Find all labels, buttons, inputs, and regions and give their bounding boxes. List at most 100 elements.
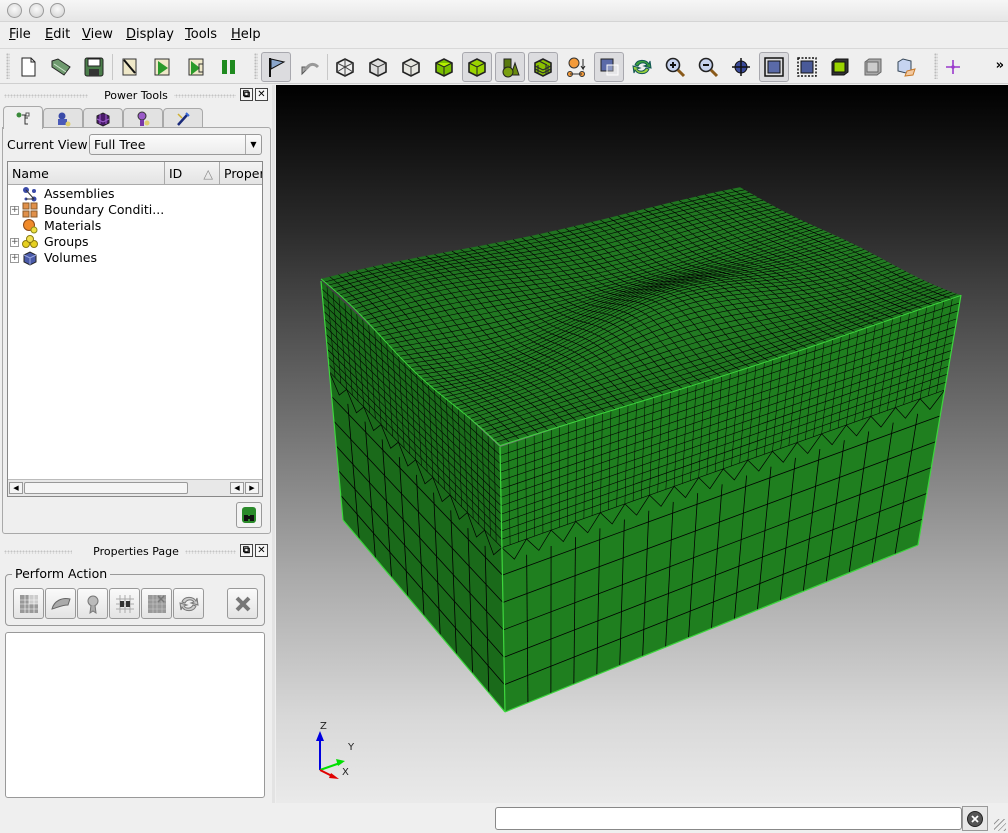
toolbar-separator [112, 54, 113, 80]
expand-icon[interactable]: + [10, 238, 19, 247]
menu-tools[interactable]: Tools [185, 27, 217, 42]
refresh-icon [178, 596, 199, 611]
hiddenline-cube-icon [369, 58, 387, 77]
current-view-dropdown[interactable]: Full Tree ▼ [89, 134, 262, 155]
delete-mesh-action-button[interactable] [141, 588, 172, 619]
tree-item-groups[interactable]: + Groups [8, 234, 262, 250]
tree-item-volumes[interactable]: + Volumes [8, 250, 262, 266]
menu-label: ile [15, 27, 31, 42]
menu-file[interactable]: File [9, 27, 31, 42]
show-volumes-button[interactable] [462, 52, 492, 82]
undo-button[interactable] [294, 52, 324, 82]
command-line-input[interactable] [495, 807, 962, 830]
view-front-button[interactable] [825, 52, 855, 82]
node-display-button[interactable] [561, 52, 591, 82]
current-view-label: Current View [7, 137, 88, 152]
center-view-button[interactable] [726, 52, 756, 82]
tab-cleanup-tools[interactable] [163, 108, 203, 128]
toolbar-grip[interactable] [254, 53, 258, 79]
parallel-projection-button[interactable] [594, 52, 624, 82]
tree-item-label: Boundary Conditi... [44, 202, 165, 217]
tree-header: Name ID △ Proper [8, 162, 262, 185]
window-minimize-button[interactable] [29, 3, 44, 18]
fit-view-button[interactable] [759, 52, 789, 82]
axis-triad: Z Y X [316, 721, 355, 779]
tab-mesh-tools[interactable] [83, 108, 123, 128]
properties-titlebar[interactable]: Properties Page ⧉ ✕ [0, 543, 272, 561]
select-mode-button[interactable] [261, 52, 291, 82]
mesh-model[interactable] [276, 85, 1008, 803]
window-maximize-button[interactable] [50, 3, 65, 18]
edit-journal-button[interactable] [114, 52, 144, 82]
scroll-left-button-2[interactable]: ◀ [230, 482, 244, 494]
tree-horizontal-scrollbar[interactable]: ◀ ◀ ▶ [8, 479, 262, 496]
refresh-action-button[interactable] [173, 588, 204, 619]
dock-splitter[interactable] [272, 85, 275, 803]
toolbar-grip[interactable] [6, 53, 10, 79]
column-id[interactable]: ID △ [165, 162, 220, 185]
pause-journal-button[interactable] [214, 52, 244, 82]
transparent-button[interactable] [396, 52, 426, 82]
close-dock-button[interactable]: ✕ [255, 544, 268, 557]
hidden-line-button[interactable] [363, 52, 393, 82]
power-tools-titlebar[interactable]: Power Tools ⧉ ✕ [0, 87, 272, 105]
column-properties[interactable]: Proper [220, 162, 262, 185]
tab-model-tree[interactable] [3, 106, 43, 129]
tree-item-materials[interactable]: Materials [8, 218, 262, 234]
column-name[interactable]: Name [8, 162, 165, 185]
properties-area[interactable] [5, 632, 265, 798]
model-tree[interactable]: Name ID △ Proper Assemblies + Boundary Co… [7, 161, 263, 497]
tab-geometry-tools[interactable] [43, 108, 83, 128]
toolbar-overflow-button[interactable]: » [996, 58, 1004, 73]
step-journal-button[interactable] [181, 52, 211, 82]
refresh-button[interactable] [627, 52, 657, 82]
menu-help[interactable]: Help [231, 27, 261, 42]
menu-edit[interactable]: Edit [45, 27, 70, 42]
zoom-out-button[interactable] [693, 52, 723, 82]
find-button[interactable] [236, 502, 262, 528]
zoom-region-button[interactable] [792, 52, 822, 82]
save-file-button[interactable] [79, 52, 109, 82]
menu-display[interactable]: Display [126, 27, 174, 42]
graphics-viewport[interactable]: Z Y X [276, 85, 1008, 803]
close-dock-button[interactable]: ✕ [255, 88, 268, 101]
show-geometry-button[interactable] [495, 52, 525, 82]
tree-item-label: Materials [44, 218, 102, 233]
scroll-right-button[interactable]: ▶ [245, 482, 259, 494]
view-iso-button[interactable] [891, 52, 921, 82]
wand-tab-icon [177, 111, 190, 126]
float-dock-button[interactable]: ⧉ [240, 544, 253, 557]
quality-action-button[interactable] [77, 588, 108, 619]
smooth-action-button[interactable] [45, 588, 76, 619]
new-file-button[interactable] [13, 52, 43, 82]
wireframe-button[interactable] [330, 52, 360, 82]
window-resize-grip[interactable] [994, 819, 1006, 831]
zoom-in-button[interactable] [660, 52, 690, 82]
window-close-button[interactable] [7, 3, 22, 18]
scrollbar-thumb[interactable] [24, 482, 188, 494]
expand-icon[interactable]: + [10, 254, 19, 263]
origin-marker-button[interactable] [938, 52, 968, 82]
menu-mnemonic: V [82, 27, 91, 42]
find-action-button[interactable] [109, 588, 140, 619]
undo-arrow-icon [301, 62, 320, 76]
scroll-left-button[interactable]: ◀ [9, 482, 23, 494]
play-journal-button[interactable] [147, 52, 177, 82]
float-dock-button[interactable]: ⧉ [240, 88, 253, 101]
mesh-action-button[interactable] [13, 588, 44, 619]
shaded-cube-icon [435, 58, 453, 77]
close-action-button[interactable] [227, 588, 258, 619]
show-mesh-button[interactable] [528, 52, 558, 82]
smooth-shade-button[interactable] [429, 52, 459, 82]
tree-item-assemblies[interactable]: Assemblies [8, 186, 262, 202]
volume-cube-icon [468, 58, 486, 77]
tree-item-boundary-conditions[interactable]: + Boundary Conditi... [8, 202, 262, 218]
menu-label: dit [53, 27, 71, 42]
expand-icon[interactable]: + [10, 206, 19, 215]
open-file-button[interactable] [46, 52, 76, 82]
clear-command-button[interactable] [962, 806, 988, 831]
menu-view[interactable]: View [82, 27, 113, 42]
view-top-button[interactable] [858, 52, 888, 82]
zoom-in-icon [665, 57, 686, 78]
tab-quality-tools[interactable] [123, 108, 163, 128]
